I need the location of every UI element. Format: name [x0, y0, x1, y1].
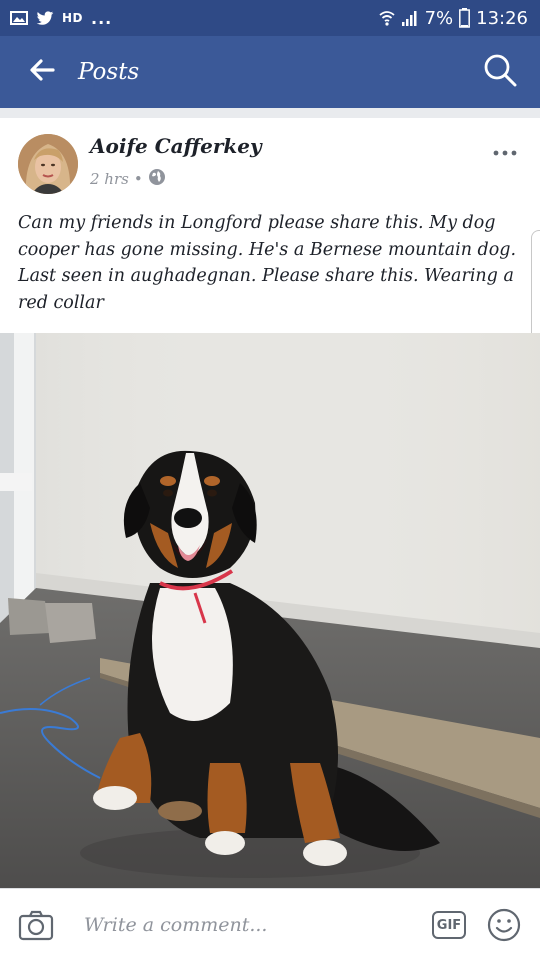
search-button[interactable] [478, 50, 522, 94]
post-photo[interactable] [0, 333, 540, 888]
signal-icon [401, 9, 419, 27]
status-bar-right: 7% 13:26 [378, 0, 528, 36]
comment-input[interactable] [84, 909, 404, 941]
twitter-icon [36, 10, 54, 26]
battery-percent: 7% [424, 7, 454, 29]
camera-icon [18, 910, 54, 945]
arrow-left-icon [29, 59, 55, 85]
gallery-icon [10, 11, 28, 25]
post-text: Can my friends in Longford please share … [18, 213, 517, 313]
globe-icon [148, 168, 166, 190]
avatar[interactable] [18, 134, 78, 194]
battery-icon [459, 8, 471, 28]
hd-label: HD [62, 11, 84, 25]
status-bar-left: HD ... [0, 9, 112, 28]
divider-band [0, 108, 540, 118]
clock: 13:26 [476, 7, 528, 29]
comment-bar: GIF [0, 888, 540, 961]
author-name[interactable]: Aoife Cafferkey [90, 134, 262, 158]
more-notifications: ... [91, 8, 113, 28]
smiley-icon [486, 908, 522, 947]
more-options-button[interactable] [492, 138, 518, 162]
app-bar: Posts [0, 36, 540, 108]
wifi-icon [378, 9, 395, 27]
meta-separator: • [133, 170, 143, 188]
post-meta: 2 hrs • [90, 168, 166, 190]
page-title: Posts [78, 59, 140, 85]
status-bar: HD ... 7% 13:26 [0, 0, 540, 36]
emoji-button[interactable] [486, 907, 522, 947]
camera-button[interactable] [18, 909, 54, 945]
search-icon [482, 52, 518, 92]
post-time[interactable]: 2 hrs [90, 170, 129, 188]
back-button[interactable] [20, 50, 64, 94]
gif-button[interactable]: GIF [432, 911, 466, 939]
